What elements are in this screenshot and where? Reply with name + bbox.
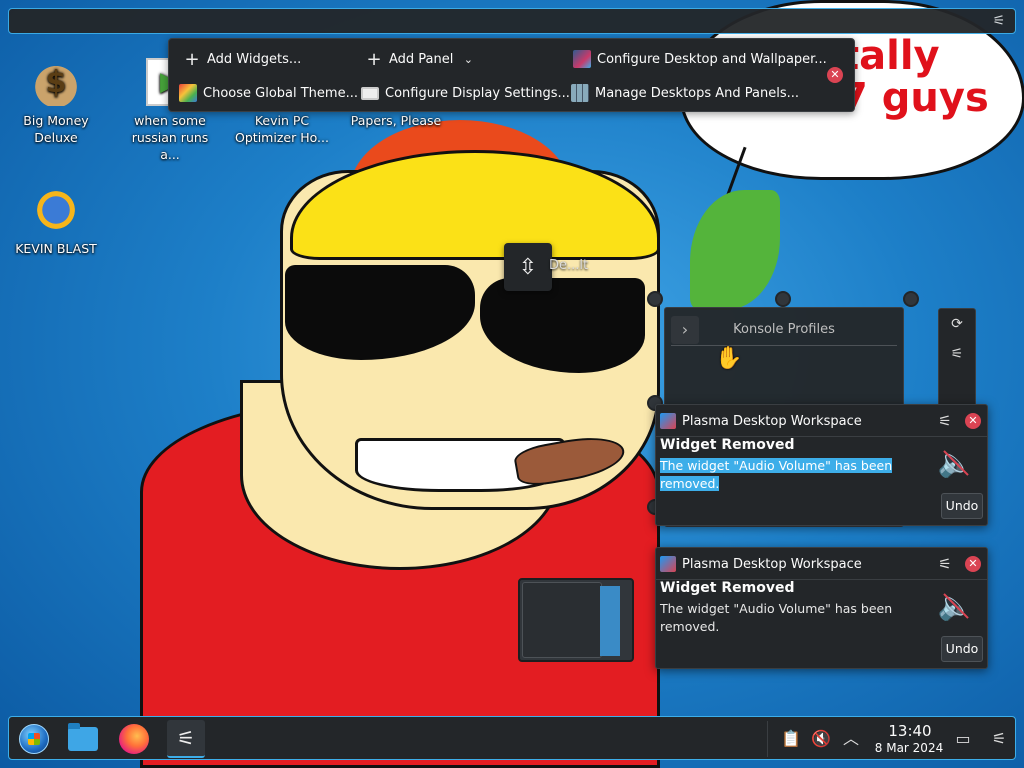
window-thumbnail-inner — [522, 582, 602, 658]
notification-title: Widget Removed — [660, 437, 795, 453]
window-thumbnail[interactable] — [518, 578, 634, 662]
panel-settings-icon[interactable]: ⚟ — [989, 729, 1009, 749]
start-menu-button[interactable] — [15, 720, 53, 758]
volume-muted-icon[interactable]: 🔇 — [811, 729, 831, 749]
money-bag-icon: $ — [32, 58, 80, 106]
widget-placeholder-label: De...lt — [549, 258, 589, 273]
taskbar-panel: ⚟ 📋 🔇 ︿ 13:40 8 Mar 2024 ▭ ⚟ — [8, 716, 1016, 760]
clock-time[interactable]: 13:40 — [883, 722, 937, 740]
plus-icon: + — [366, 48, 382, 70]
widget-settings-icon[interactable]: ⚟ — [939, 339, 975, 369]
firefox-icon — [119, 724, 149, 754]
plasma-app-icon — [660, 413, 676, 429]
notification-widget-removed-1: Plasma Desktop Workspace ⚟ ✕ Widget Remo… — [655, 404, 988, 526]
configure-display-label: Configure Display Settings... — [385, 85, 570, 101]
desktop-icon-label: Kevin PC Optimizer Ho... — [235, 113, 329, 145]
configure-desktop-wallpaper-button[interactable]: Configure Desktop and Wallpaper... — [567, 45, 833, 73]
tray-expand-chevron-up-icon[interactable]: ︿ — [841, 729, 861, 749]
manage-desktops-panels-button[interactable]: Manage Desktops And Panels... — [565, 79, 805, 107]
start-orb-icon — [19, 724, 49, 754]
manage-desktops-label: Manage Desktops And Panels... — [595, 85, 800, 101]
desktop-icon-big-money-deluxe[interactable]: $ Big Money Deluxe — [6, 58, 106, 146]
notification-body[interactable]: The widget "Audio Volume" has been remov… — [660, 600, 900, 636]
notification-close-button[interactable]: ✕ — [965, 556, 981, 572]
add-panel-label: Add Panel — [389, 51, 454, 67]
notification-settings-icon[interactable]: ⚟ — [935, 554, 955, 574]
resize-handle-top-left[interactable] — [647, 291, 663, 307]
wallpaper-speech-text: tally 7 guys — [840, 33, 989, 121]
folder-icon — [68, 723, 98, 751]
expand-chevron-icon[interactable]: › — [671, 315, 699, 344]
configure-desktop-label: Configure Desktop and Wallpaper... — [597, 51, 827, 67]
desktops-panels-icon — [571, 84, 589, 102]
desktop-icon-label: when some russian runs a... — [131, 113, 209, 162]
plasma-app-icon — [660, 556, 676, 572]
konsole-widget-header: › Konsole Profiles — [671, 314, 897, 346]
resize-handle-top-right[interactable] — [903, 291, 919, 307]
mixer-sliders-icon: ⚟ — [177, 726, 195, 750]
clock-date[interactable]: 8 Mar 2024 — [869, 741, 949, 755]
wallpaper-icon — [573, 50, 591, 68]
audio-muted-icon: 🔈 — [937, 446, 973, 479]
close-edit-mode-button[interactable]: ✕ — [827, 67, 843, 83]
clipboard-icon[interactable]: 📋 — [781, 729, 801, 749]
notification-app-name: Plasma Desktop Workspace — [682, 556, 862, 572]
panel-settings-icon[interactable]: ⚟ — [991, 13, 1007, 29]
chevron-down-icon: ⌄ — [463, 52, 473, 66]
choose-global-theme-label: Choose Global Theme... — [203, 85, 358, 101]
notification-body-text: The widget "Audio Volume" has been remov… — [660, 601, 893, 634]
desktop-icon-kevin-blast[interactable]: KEVIN BLAST — [6, 186, 106, 257]
widget-side-toolbar: ⟳ ⚟ — [938, 308, 976, 408]
monitor-icon — [361, 86, 379, 100]
undo-button[interactable]: Undo — [941, 493, 983, 519]
notification-widget-removed-2: Plasma Desktop Workspace ⚟ ✕ Widget Remo… — [655, 547, 988, 669]
taskbar-audio-mixer[interactable]: ⚟ — [167, 720, 205, 758]
undo-button[interactable]: Undo — [941, 636, 983, 662]
rotate-icon[interactable]: ⟳ — [939, 309, 975, 339]
audio-muted-icon: 🔈 — [937, 589, 973, 622]
desktop-icon-label: Big Money Deluxe — [23, 113, 89, 145]
plus-icon: + — [184, 48, 200, 70]
add-widgets-label: Add Widgets... — [207, 51, 302, 67]
configure-display-settings-button[interactable]: Configure Display Settings... — [355, 79, 576, 107]
notification-title: Widget Removed — [660, 580, 795, 596]
panel-separator — [767, 721, 768, 757]
konsole-widget-title: Konsole Profiles — [733, 322, 835, 337]
adjust-spacing-icon: ⇳ — [518, 254, 538, 280]
notification-header: Plasma Desktop Workspace ⚟ ✕ — [660, 554, 981, 574]
taskbar-firefox[interactable] — [115, 720, 153, 758]
notification-body-text: The widget "Audio Volume" has been remov… — [660, 458, 893, 491]
theme-icon — [179, 84, 197, 102]
notification-header: Plasma Desktop Workspace ⚟ ✕ — [660, 411, 981, 431]
add-widgets-button[interactable]: + Add Widgets... — [177, 45, 307, 73]
choose-global-theme-button[interactable]: Choose Global Theme... — [173, 79, 364, 107]
window-thumbnail-edge — [600, 586, 620, 656]
notification-close-button[interactable]: ✕ — [965, 413, 981, 429]
edit-mode-toolbar: + Add Widgets... + Add Panel ⌄ Configure… — [168, 38, 855, 112]
resize-handle-top[interactable] — [775, 291, 791, 307]
notification-body[interactable]: The widget "Audio Volume" has been remov… — [660, 457, 900, 493]
widget-adjust-button[interactable]: ⇳ — [504, 243, 552, 291]
sun-globe-icon — [32, 186, 80, 234]
taskbar-file-manager[interactable] — [64, 720, 102, 758]
notification-app-name: Plasma Desktop Workspace — [682, 413, 862, 429]
show-desktop-icon[interactable]: ▭ — [953, 729, 973, 749]
notification-settings-icon[interactable]: ⚟ — [935, 411, 955, 431]
top-panel-edit-strip[interactable]: ⚟ — [8, 8, 1016, 34]
add-panel-button[interactable]: + Add Panel ⌄ — [359, 45, 483, 73]
desktop-icon-label: Papers, Please — [350, 113, 442, 128]
hand-cursor-icon: ✋ — [715, 346, 743, 371]
desktop-icon-label: KEVIN BLAST — [15, 241, 97, 256]
